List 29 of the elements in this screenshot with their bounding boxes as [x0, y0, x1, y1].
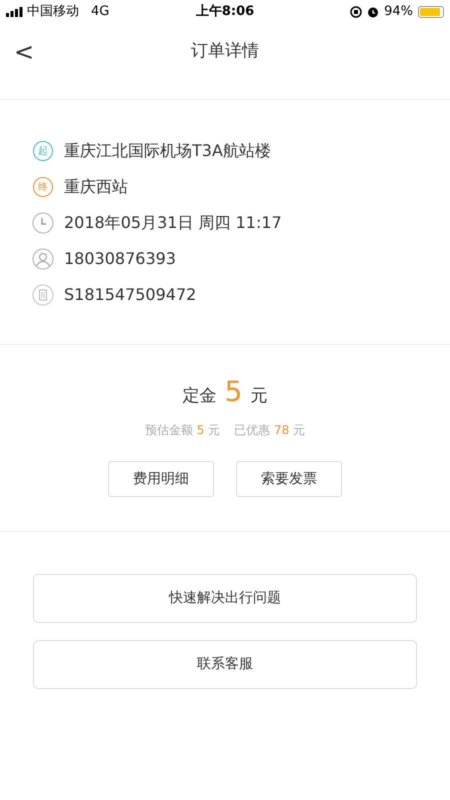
detail-text: 重庆西站 — [64, 176, 128, 198]
detail-text: 2018年05月31日 周四 11:17 — [64, 212, 282, 234]
rotation-lock-icon — [350, 6, 362, 18]
deposit-label: 定金 — [182, 385, 217, 408]
signal-icon — [6, 7, 23, 17]
action-button[interactable]: 快速解决出行问题 — [33, 574, 417, 623]
document-icon — [32, 284, 54, 306]
clock-text: 上午8:06 — [196, 3, 254, 22]
battery-icon — [418, 6, 444, 18]
fee-button[interactable]: 索要发票 — [236, 461, 342, 497]
carrier-text: 中国移动 — [27, 3, 79, 22]
clock-icon — [32, 212, 54, 234]
deposit-unit: 元 — [250, 385, 268, 408]
fare-summary-text: 预估金额 5 元 — [144, 422, 220, 439]
fare-summary-text: 已优惠 78 元 — [234, 422, 306, 439]
alarm-icon — [367, 6, 380, 18]
battery-text: 94% — [384, 3, 413, 22]
back-button[interactable]: < — [12, 34, 36, 70]
detail-text: 18030876393 — [64, 248, 176, 270]
end-badge-icon: 终 — [33, 177, 53, 197]
user-icon — [32, 248, 54, 270]
page-title: 订单详情 — [191, 40, 259, 64]
network-text: 4G — [91, 3, 110, 22]
detail-text: S181547509472 — [64, 284, 196, 306]
deposit-amount: 5 — [224, 374, 242, 410]
fee-button[interactable]: 费用明细 — [108, 461, 214, 497]
start-badge-icon: 起 — [33, 141, 53, 161]
detail-text: 重庆江北国际机场T3A航站楼 — [64, 140, 271, 162]
action-button[interactable]: 联系客服 — [33, 640, 417, 689]
